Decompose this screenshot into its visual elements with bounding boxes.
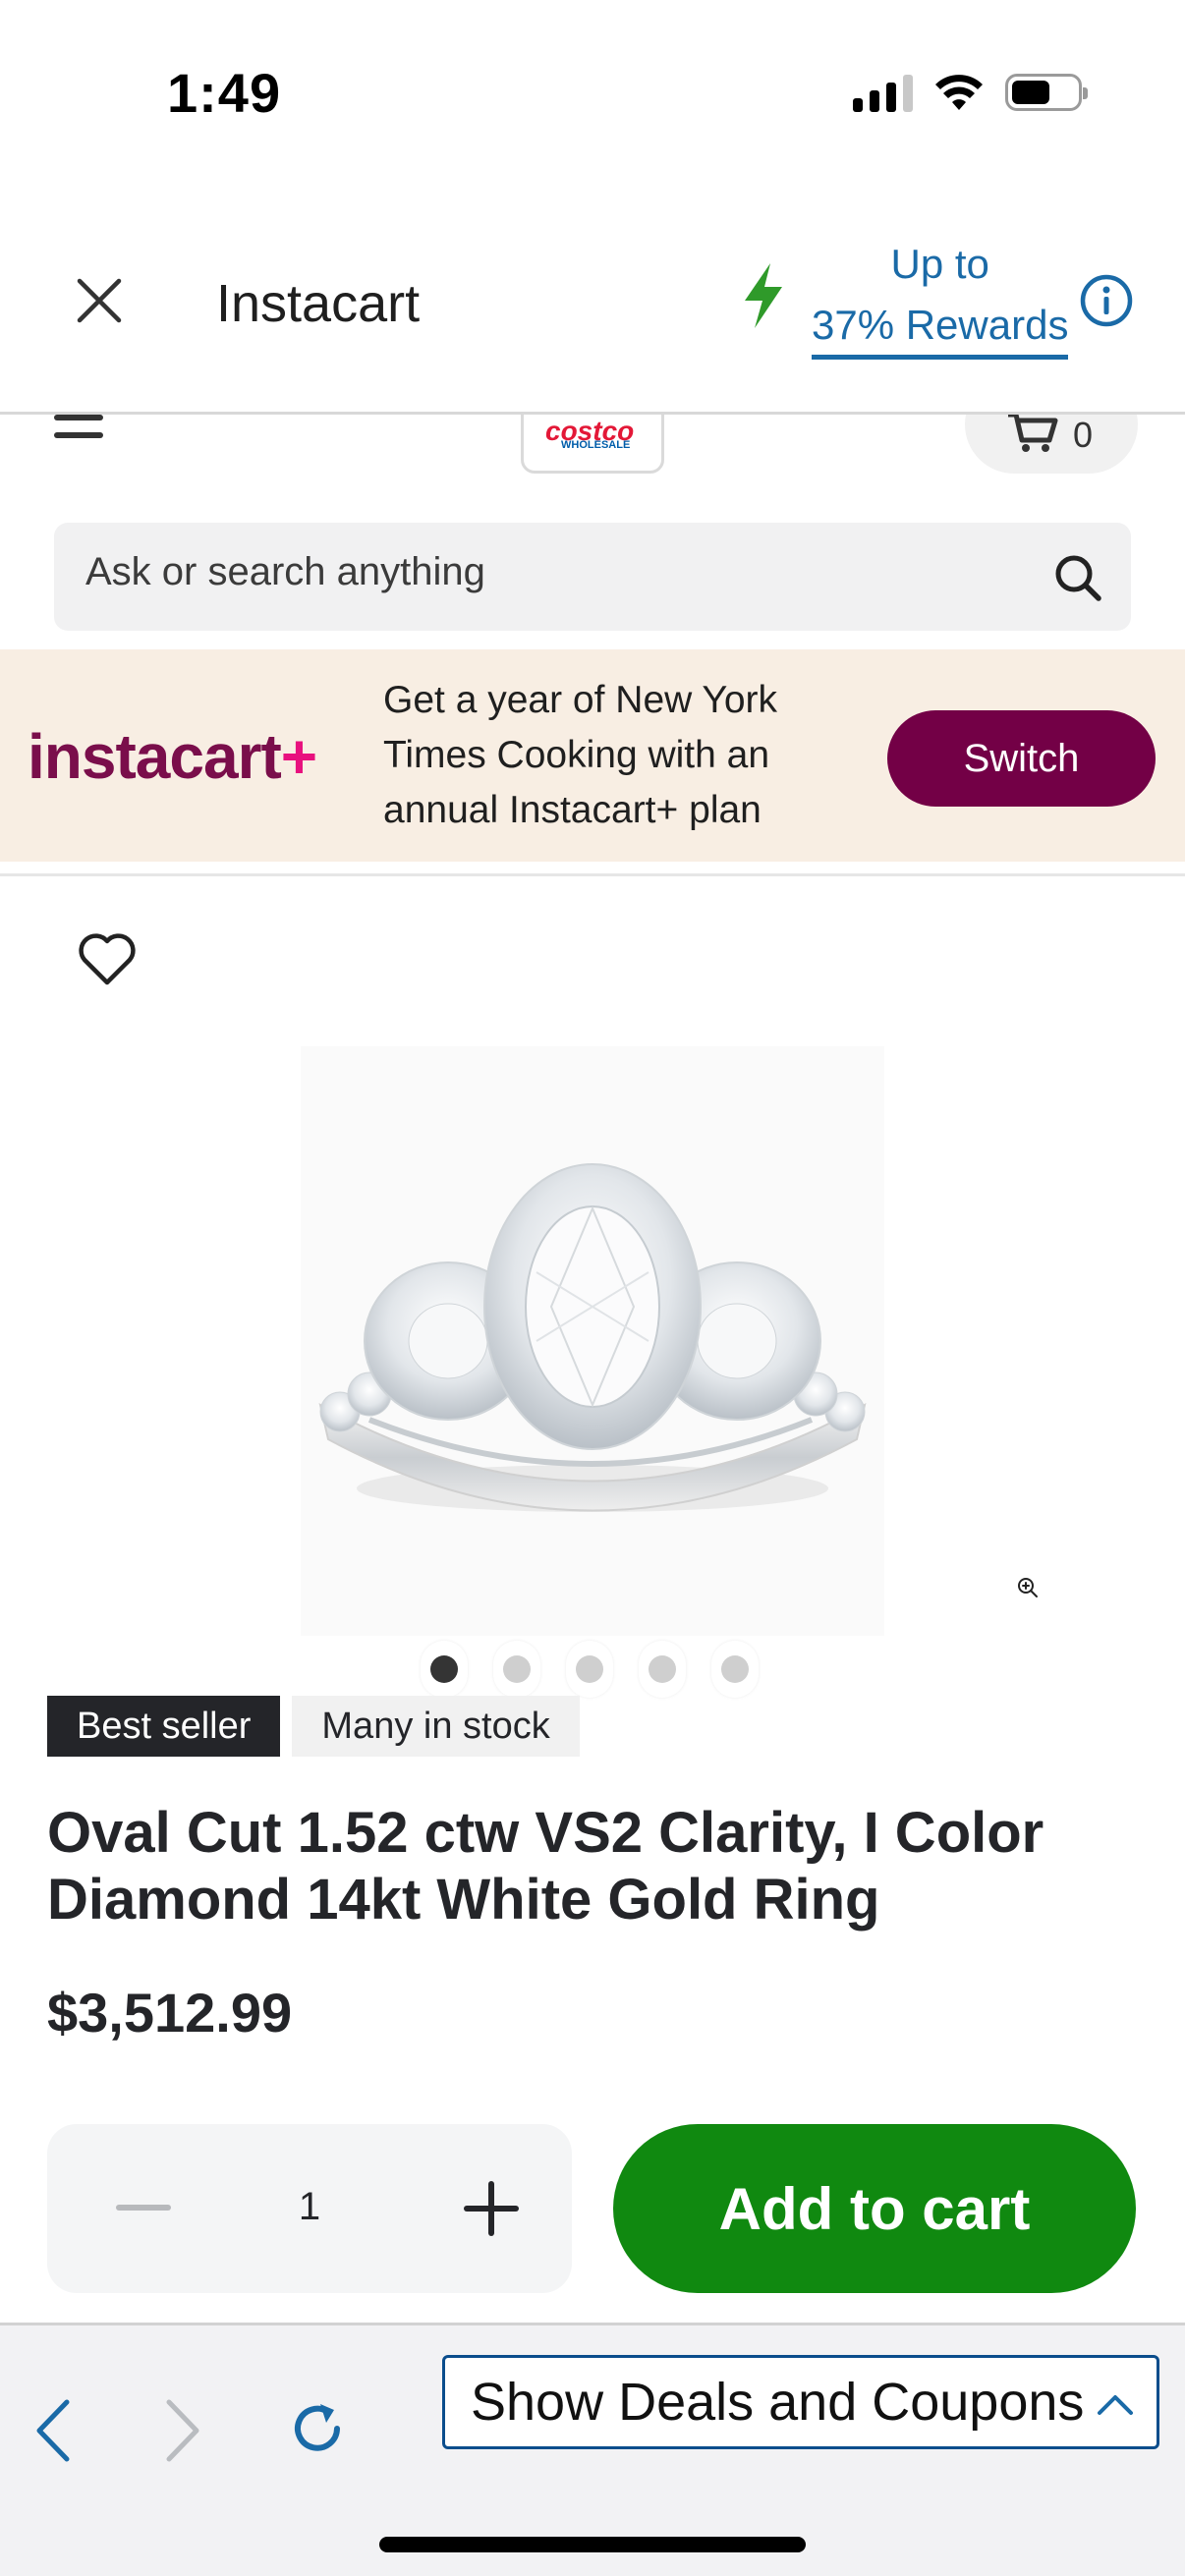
switch-button[interactable]: Switch (887, 710, 1156, 807)
image-pagination (421, 1641, 759, 1698)
diamond-ring-image (318, 1163, 867, 1512)
search-placeholder: Ask or search anything (85, 550, 485, 593)
product-image[interactable] (301, 1046, 884, 1636)
wifi-icon (935, 75, 983, 110)
show-deals-button[interactable]: Show Deals and Coupons (442, 2355, 1159, 2449)
store-nav: costco WHOLESALE 0 (0, 415, 1185, 481)
plus-icon (464, 2181, 519, 2236)
promo-text: Get a year of New York Times Cooking wit… (383, 679, 778, 831)
image-dot[interactable] (566, 1641, 613, 1698)
best-seller-badge: Best seller (47, 1696, 281, 1757)
app-title: Instacart (216, 274, 421, 333)
image-dot[interactable] (421, 1641, 468, 1698)
cart-count: 0 (1073, 415, 1094, 455)
store-logo[interactable]: costco WHOLESALE (521, 415, 664, 474)
instacart-plus-logo: instacart+ (28, 720, 317, 793)
close-button[interactable] (69, 270, 130, 331)
info-icon[interactable] (1079, 273, 1134, 328)
add-to-cart-button[interactable]: Add to cart (613, 2124, 1136, 2293)
product-title: Oval Cut 1.52 ctw VS2 Clarity, I Color D… (47, 1801, 1044, 1932)
heart-icon (79, 933, 136, 985)
close-icon (77, 278, 122, 323)
product-price: $3,512.99 (47, 1982, 293, 2044)
reload-icon[interactable] (285, 2396, 350, 2461)
image-dot[interactable] (711, 1641, 759, 1698)
lightning-bolt-icon (745, 263, 782, 328)
status-time: 1:49 (167, 62, 282, 124)
menu-button[interactable] (54, 415, 103, 450)
rewards-link[interactable]: Up to 37% Rewards (812, 234, 1069, 360)
cart-button[interactable]: 0 (965, 415, 1138, 474)
quantity-stepper: 1 (47, 2124, 572, 2293)
zoom-icon[interactable] (1016, 1576, 1040, 1599)
image-dot[interactable] (639, 1641, 686, 1698)
home-indicator (379, 2537, 806, 2552)
divider (0, 873, 1185, 876)
instacart-plus-promo: instacart+ Get a year of New York Times … (0, 649, 1185, 862)
battery-icon (1005, 74, 1088, 111)
increase-quantity-button[interactable] (454, 2171, 529, 2246)
cart-icon (1008, 415, 1058, 452)
app-header: Instacart Up to 37% Rewards (0, 177, 1185, 415)
status-bar: 1:49 (0, 0, 1185, 177)
stock-badge: Many in stock (292, 1696, 580, 1757)
store-logo-submark: WHOLESALE (561, 439, 631, 451)
promo-logo-text: instacart (28, 721, 282, 792)
rewards-line1: Up to (890, 241, 989, 287)
favorite-button[interactable] (77, 929, 138, 991)
status-icons (853, 73, 1088, 112)
promo-logo-plus: + (280, 721, 317, 792)
back-icon[interactable] (29, 2396, 79, 2465)
cellular-signal-icon (853, 73, 913, 112)
search-input[interactable]: Ask or search anything (54, 523, 1131, 631)
forward-icon[interactable] (157, 2396, 206, 2465)
deals-label: Show Deals and Coupons (471, 2373, 1085, 2432)
chevron-up-icon (1098, 2395, 1133, 2415)
search-icon[interactable] (1052, 552, 1103, 603)
image-dot[interactable] (493, 1641, 540, 1698)
rewards-line2: 37% Rewards (812, 296, 1069, 360)
product-badges: Best seller Many in stock (47, 1696, 580, 1757)
